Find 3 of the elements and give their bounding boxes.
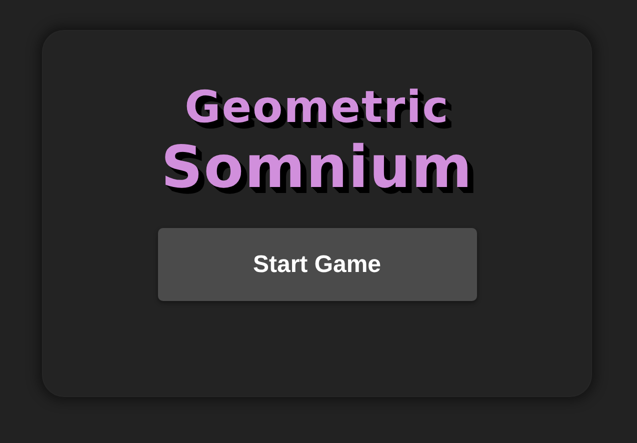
game-title: Somnium — [161, 134, 473, 200]
game-title: Geometric — [184, 82, 450, 134]
start-button[interactable]: Start Game — [158, 228, 476, 301]
